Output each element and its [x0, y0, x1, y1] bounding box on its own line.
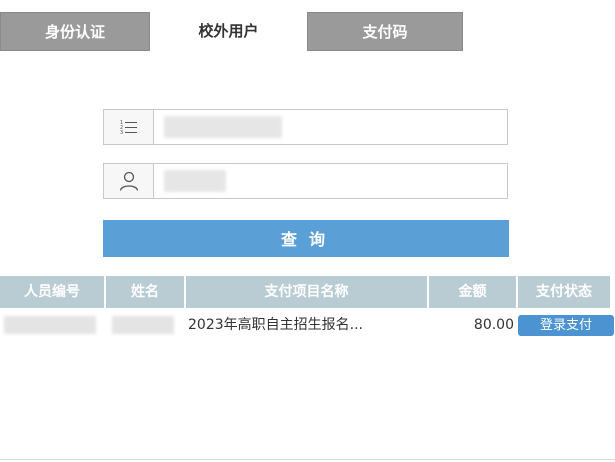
- divider: [0, 459, 615, 460]
- table-row: 2023年高职自主招生报名... 80.00 登录支付: [0, 310, 615, 340]
- tab-external-user[interactable]: 校外用户: [150, 12, 307, 51]
- cell-payment-item: 2023年高职自主招生报名...: [188, 317, 363, 333]
- id-field: 1 2 3: [103, 109, 508, 145]
- redacted-value: [4, 316, 96, 334]
- svg-text:3: 3: [120, 130, 123, 136]
- header-payment-status: 支付状态: [518, 276, 610, 308]
- cell-amount: 80.00: [473, 317, 514, 333]
- redacted-value: [164, 116, 282, 138]
- header-amount: 金额: [429, 276, 516, 308]
- name-field: [103, 163, 508, 199]
- header-person-id: 人员编号: [0, 276, 104, 308]
- header-name: 姓名: [106, 276, 184, 308]
- login-pay-button[interactable]: 登录支付: [518, 315, 614, 336]
- query-button[interactable]: 查询: [103, 220, 509, 257]
- table-header: 人员编号 姓名 支付项目名称 金额 支付状态: [0, 276, 615, 308]
- tab-bar: 身份认证 校外用户 支付码: [0, 12, 615, 51]
- tab-identity-auth[interactable]: 身份认证: [0, 12, 150, 51]
- header-payment-item: 支付项目名称: [186, 276, 427, 308]
- tab-payment-code[interactable]: 支付码: [307, 12, 463, 51]
- list-icon: 1 2 3: [104, 110, 154, 144]
- redacted-value: [164, 170, 226, 192]
- user-icon: [104, 164, 154, 198]
- redacted-value: [112, 316, 174, 334]
